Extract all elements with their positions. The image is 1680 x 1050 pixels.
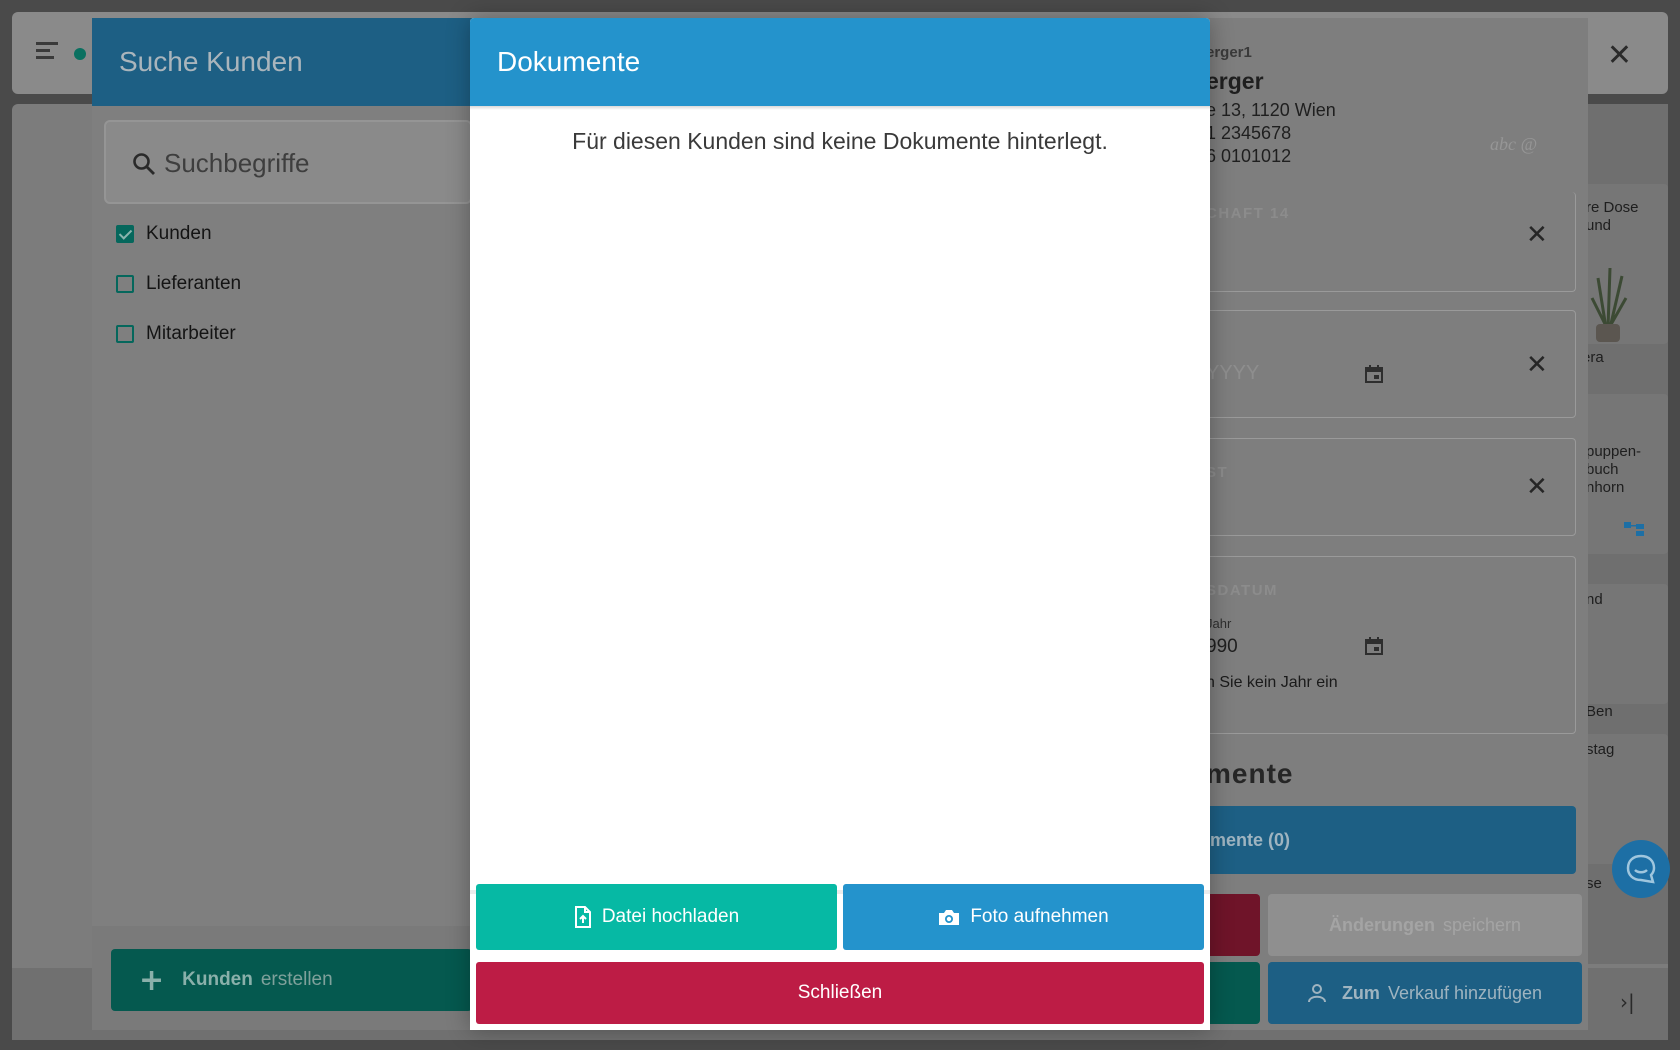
- calendar-icon[interactable]: [1364, 364, 1384, 384]
- product-name: se: [1586, 875, 1602, 892]
- calendar-icon[interactable]: [1364, 636, 1384, 656]
- expand-icon[interactable]: ›|: [1620, 990, 1635, 1014]
- documents-section-title: mente: [1206, 758, 1294, 789]
- take-photo-label: Foto aufnehmen: [970, 906, 1109, 927]
- checkbox-mitarbeiter[interactable]: [116, 325, 134, 343]
- documents-modal: Dokumente Für diesen Kunden sind keine D…: [470, 18, 1210, 1030]
- create-button-rest: erstellen: [260, 969, 333, 990]
- plant-image: [1590, 267, 1628, 342]
- customer-username: erger1: [1206, 44, 1252, 61]
- filter-mitarbeiter[interactable]: Mitarbeiter: [116, 323, 236, 345]
- save-bold-label: Änderungen: [1328, 914, 1435, 935]
- product-name: Ben: [1586, 703, 1613, 720]
- create-customer-button[interactable]: + Kunden erstellen: [111, 949, 472, 1011]
- menu-icon[interactable]: [36, 42, 58, 60]
- search-field[interactable]: [104, 120, 472, 204]
- product-name: stag: [1586, 741, 1615, 758]
- documents-button-label: mente (0): [1210, 829, 1291, 850]
- modal-header-shadow: [470, 106, 1210, 110]
- filter-label: Lieferanten: [146, 273, 242, 294]
- upload-file-label: Datei hochladen: [601, 906, 740, 927]
- customer-mobile: 6 0101012: [1206, 146, 1292, 166]
- product-name: buch: [1586, 461, 1619, 478]
- filter-kunden[interactable]: Kunden: [116, 223, 212, 245]
- modal-header: Dokumente: [470, 18, 1210, 106]
- date-placeholder: YYYY: [1206, 362, 1260, 384]
- file-upload-icon: [574, 906, 591, 928]
- product-name: puppen-: [1586, 443, 1642, 460]
- customer-address: e 13, 1120 Wien: [1206, 100, 1336, 120]
- customer-phone: 1 2345678: [1206, 123, 1292, 143]
- save-rest-label: speichern: [1442, 914, 1522, 935]
- product-name: und: [1586, 217, 1612, 234]
- hierarchy-icon[interactable]: [1624, 522, 1644, 538]
- filter-label: Mitarbeiter: [146, 323, 236, 344]
- checkbox-kunden[interactable]: [116, 225, 134, 243]
- plus-icon: +: [139, 962, 165, 998]
- product-name: nd: [1586, 591, 1603, 608]
- field-label: SDATUM: [1206, 582, 1279, 599]
- close-button[interactable]: Schließen: [476, 962, 1204, 1024]
- search-input[interactable]: [164, 144, 464, 182]
- filter-lieferanten[interactable]: Lieferanten: [116, 273, 241, 295]
- upload-file-button[interactable]: Datei hochladen: [476, 884, 837, 950]
- year-value: 990: [1206, 636, 1238, 657]
- close-icon[interactable]: ✕: [1607, 38, 1632, 73]
- add-to-sale-button[interactable]: Zum Verkauf hinzufügen: [1268, 962, 1582, 1024]
- camera-icon: [939, 910, 960, 925]
- status-indicator: [74, 48, 86, 60]
- add-to-sale-rest: Verkauf hinzufügen: [1387, 982, 1543, 1003]
- customer-name: erger: [1206, 68, 1264, 94]
- documents-button[interactable]: mente (0): [1180, 806, 1576, 874]
- save-changes-button[interactable]: Änderungen speichern: [1268, 894, 1582, 956]
- checkbox-lieferanten[interactable]: [116, 275, 134, 293]
- create-button-bold: Kunden: [182, 969, 253, 990]
- chat-button[interactable]: [1612, 840, 1670, 898]
- chat-icon: [1626, 854, 1656, 884]
- field-label: CHAFT 14: [1206, 205, 1290, 222]
- year-hint: n Sie kein Jahr ein: [1206, 674, 1338, 691]
- close-button-label: Schließen: [797, 982, 883, 1003]
- modal-title: Dokumente: [497, 46, 641, 77]
- clear-icon[interactable]: ✕: [1526, 350, 1548, 380]
- product-name: re Dose: [1586, 199, 1639, 216]
- filter-label: Kunden: [146, 223, 212, 244]
- product-name: nhorn: [1586, 479, 1625, 496]
- search-icon: [133, 153, 155, 175]
- person-icon: [1307, 984, 1326, 1003]
- take-photo-button[interactable]: Foto aufnehmen: [843, 884, 1204, 950]
- add-to-sale-bold: Zum: [1341, 982, 1380, 1003]
- search-panel-title: Suche Kunden: [119, 46, 303, 77]
- customer-field-3[interactable]: [1180, 438, 1576, 536]
- empty-documents-message: Für diesen Kunden sind keine Dokumente h…: [572, 128, 1108, 154]
- clear-icon[interactable]: ✕: [1526, 220, 1548, 250]
- clear-icon[interactable]: ✕: [1526, 472, 1548, 502]
- input-hint: abc @: [1490, 134, 1538, 154]
